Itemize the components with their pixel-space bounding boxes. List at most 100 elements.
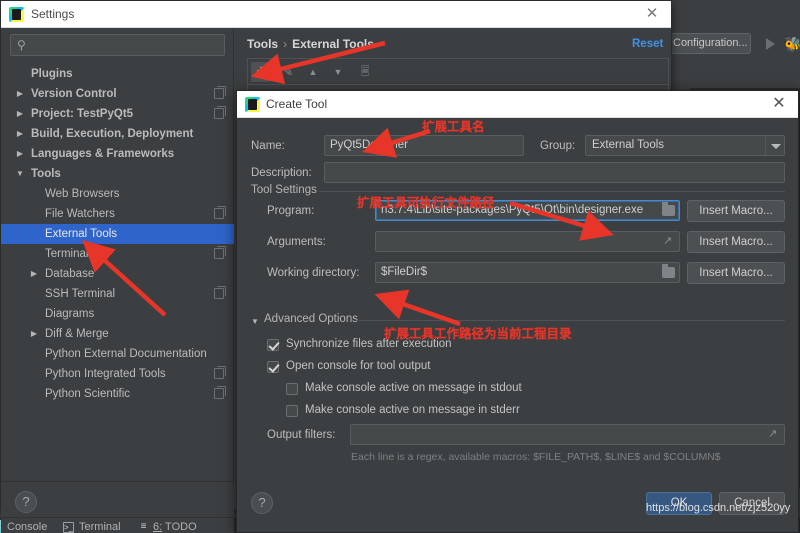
chevron-up-icon[interactable]: ▲ — [303, 62, 323, 82]
checkbox-label: Open console for tool output — [286, 360, 431, 372]
triangle-down-icon[interactable]: ▼ — [14, 164, 26, 184]
copy-icon[interactable] — [214, 106, 226, 119]
sidebar-item-diagrams[interactable]: Diagrams — [1, 304, 234, 324]
pycharm-logo-icon — [245, 97, 260, 112]
bug-icon[interactable]: 🐝 — [784, 36, 800, 52]
insert-macro-button-working-directory[interactable]: Insert Macro... — [687, 262, 785, 284]
sidebar-item-label: Diff & Merge — [45, 328, 109, 340]
annotation-program-path: 扩展工具可执行文件路径 — [357, 195, 495, 210]
sidebar-item-database[interactable]: ▶ Database — [1, 264, 234, 284]
description-label: Description: — [251, 167, 312, 179]
watermark: https://blog.csdn.net/zjz520yy — [646, 502, 791, 514]
bottom-bar-item-terminal[interactable]: Terminal — [79, 521, 121, 533]
chevron-down-icon[interactable]: ▼ — [328, 62, 348, 82]
close-icon[interactable]: ✕ — [770, 94, 788, 114]
sidebar-item-python-scientific[interactable]: Python Scientific — [1, 384, 234, 404]
triangle-right-icon[interactable]: ▶ — [14, 104, 26, 124]
breadcrumb-current: External Tools — [292, 37, 374, 51]
description-field[interactable] — [324, 162, 785, 183]
todo-label: TODO — [165, 521, 197, 533]
arguments-label: Arguments: — [267, 236, 326, 248]
copy-icon[interactable] — [214, 206, 226, 219]
triangle-down-icon[interactable]: ▼ — [251, 317, 259, 326]
checkbox-checked-icon[interactable] — [267, 339, 279, 351]
breadcrumb-root[interactable]: Tools — [247, 37, 278, 51]
tool-settings-section-label: Tool Settings — [251, 184, 317, 196]
triangle-right-icon[interactable]: ▶ — [28, 324, 40, 344]
output-filters-field[interactable]: ↗ — [350, 424, 785, 445]
working-directory-field[interactable]: $FileDir$ — [375, 262, 680, 283]
copy-icon[interactable]: 🗏 — [355, 62, 375, 82]
triangle-right-icon[interactable]: ▶ — [14, 84, 26, 104]
program-label: Program: — [267, 205, 315, 217]
sidebar-item-label: Languages & Frameworks — [31, 148, 175, 160]
checkbox-unchecked-icon[interactable] — [286, 383, 298, 395]
checkbox-checked-icon[interactable] — [267, 361, 279, 373]
triangle-right-icon[interactable]: ▶ — [14, 124, 26, 144]
copy-icon[interactable] — [214, 386, 226, 399]
sidebar-item-external-tools[interactable]: External Tools — [1, 224, 234, 244]
external-tools-toolbar: + ✎ ▲ ▼ 🗏 — [247, 58, 669, 84]
folder-icon[interactable] — [662, 202, 675, 216]
sidebar-item-label: Version Control — [31, 88, 117, 100]
sidebar-item-ssh-terminal[interactable]: SSH Terminal — [1, 284, 234, 304]
triangle-right-icon[interactable]: ▶ — [28, 264, 40, 284]
copy-icon[interactable] — [214, 86, 226, 99]
working-directory-label: Working directory: — [267, 267, 360, 279]
help-icon[interactable]: ? — [15, 491, 37, 513]
pycharm-logo-icon — [9, 7, 24, 22]
insert-macro-button-program[interactable]: Insert Macro... — [687, 200, 785, 222]
sidebar-item-languages-frameworks[interactable]: ▶ Languages & Frameworks — [1, 144, 234, 164]
settings-window-title: Settings — [31, 7, 75, 21]
sidebar-item-diff-merge[interactable]: ▶ Diff & Merge — [1, 324, 234, 344]
todo-shortcut: 6: — [153, 521, 163, 533]
arguments-field[interactable]: ↗ — [375, 231, 680, 252]
sidebar-item-version-control[interactable]: ▶ Version Control — [1, 84, 234, 104]
checkbox-label: Make console active on message in stderr — [305, 404, 520, 416]
name-field[interactable]: PyQt5Designer — [324, 135, 524, 156]
bottom-tool-window-bar: Console >_ Terminal ≡ 6: TODO — [1, 517, 234, 533]
search-input[interactable]: ⚲ — [10, 34, 225, 56]
sidebar-item-build-execution-deployment[interactable]: ▶ Build, Execution, Deployment — [1, 124, 234, 144]
working-directory-field-value: $FileDir$ — [381, 266, 428, 278]
sidebar-item-terminal[interactable]: Terminal — [1, 244, 234, 264]
reset-link[interactable]: Reset — [632, 38, 663, 50]
sidebar-item-web-browsers[interactable]: Web Browsers — [1, 184, 234, 204]
close-icon[interactable]: ✕ — [643, 5, 661, 23]
settings-titlebar: Settings ✕ — [1, 1, 671, 28]
expand-icon[interactable]: ↗ — [768, 429, 779, 440]
play-icon[interactable] — [762, 36, 778, 52]
help-icon[interactable]: ? — [251, 492, 273, 514]
pencil-icon[interactable]: ✎ — [278, 62, 298, 82]
bottom-bar-item-todo[interactable]: 6: TODO — [153, 521, 197, 533]
sidebar-item-label: Build, Execution, Deployment — [31, 128, 194, 140]
group-combobox[interactable]: External Tools — [585, 135, 785, 156]
chevron-down-icon[interactable] — [765, 136, 784, 155]
checkbox-label: Make console active on message in stdout — [305, 382, 522, 394]
sidebar-item-label: Project: TestPyQt5 — [31, 108, 134, 120]
sidebar-item-label: SSH Terminal — [45, 288, 116, 300]
copy-icon[interactable] — [214, 286, 226, 299]
sidebar-item-project-testpyqt5[interactable]: ▶ Project: TestPyQt5 — [1, 104, 234, 124]
settings-tree: Plugins ▶ Version Control ▶ Project: TestPyQ… — [1, 64, 234, 404]
run-configuration-selector[interactable]: Configuration... — [667, 33, 751, 54]
expand-icon[interactable]: ↗ — [663, 236, 674, 247]
sidebar-item-label: Python Integrated Tools — [45, 368, 166, 380]
sidebar-item-tools[interactable]: ▼ Tools — [1, 164, 234, 184]
sidebar-item-file-watchers[interactable]: File Watchers — [1, 204, 234, 224]
copy-icon[interactable] — [214, 246, 226, 259]
insert-macro-button-arguments[interactable]: Insert Macro... — [687, 231, 785, 253]
breadcrumb: Tools › External Tools — [247, 37, 374, 51]
copy-icon[interactable] — [214, 366, 226, 379]
sidebar-item-python-integrated-tools[interactable]: Python Integrated Tools — [1, 364, 234, 384]
bottom-bar-item-console[interactable]: Console — [7, 521, 47, 533]
checkbox-unchecked-icon[interactable] — [286, 405, 298, 417]
sidebar-item-python-external-documentation[interactable]: Python External Documentation — [1, 344, 234, 364]
sidebar-item-plugins[interactable]: Plugins — [1, 64, 234, 84]
triangle-right-icon[interactable]: ▶ — [14, 144, 26, 164]
advanced-options-section-label[interactable]: Advanced Options — [264, 313, 358, 325]
plus-icon[interactable]: + — [251, 62, 271, 82]
sidebar-item-label: Web Browsers — [45, 188, 120, 200]
folder-icon[interactable] — [662, 264, 675, 278]
sidebar-item-label: Tools — [31, 168, 61, 180]
